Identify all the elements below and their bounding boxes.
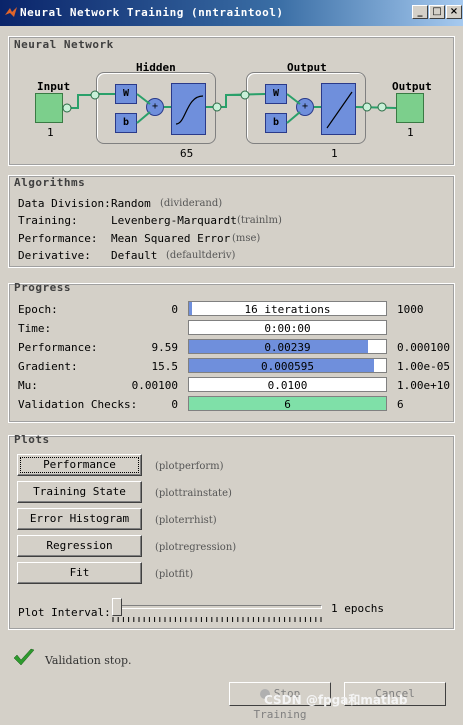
progress-label: Performance: (18, 341, 98, 354)
algo-value-derivative: Default (111, 249, 158, 262)
progress-start-value: 9.59 (151, 341, 179, 354)
plot-training-state-hint: (plottrainstate) (155, 488, 232, 499)
plot-fit-hint: (plotfit) (155, 569, 194, 580)
algo-label-performance: Performance: (18, 232, 98, 245)
progress-current-value: 16 iterations (244, 303, 331, 316)
progress-bar: 6 (188, 396, 387, 411)
progress-bar: 0.00239 (188, 339, 387, 354)
progress-bar: 16 iterations (188, 301, 387, 316)
network-diagram: Input 1 Hidden W b + 65 Output W b + 1 O… (0, 0, 463, 170)
plot-error-histogram-hint: (ploterrhist) (155, 515, 217, 526)
slider-thumb[interactable] (112, 598, 122, 616)
progress-end-value: 1.00e-05 (397, 360, 450, 373)
plot-training-state-button[interactable]: Training State (17, 481, 142, 503)
slider-ticks (112, 617, 322, 622)
progress-bar: 0.000595 (188, 358, 387, 373)
algo-hint-data-division: (dividerand) (160, 198, 223, 209)
progress-bar: 0:00:00 (188, 320, 387, 335)
algo-value-performance: Mean Squared Error (111, 232, 231, 245)
algo-label-data-division: Data Division: (18, 197, 111, 210)
algo-hint-training: (trainlm) (237, 215, 282, 226)
progress-label: Gradient: (18, 360, 78, 373)
plot-performance-button[interactable]: Performance (17, 454, 142, 476)
plot-error-histogram-button[interactable]: Error Histogram (17, 508, 142, 530)
progress-current-value: 0.0100 (267, 379, 308, 392)
status-message: Validation stop. (45, 654, 132, 667)
algo-value-data-division: Random (111, 197, 151, 210)
plot-interval-value: 1 epochs (331, 602, 384, 615)
plot-fit-button[interactable]: Fit (17, 562, 142, 584)
plot-performance-hint: (plotperform) (155, 461, 224, 472)
network-connections (62, 90, 397, 124)
progress-current-value: 0.000595 (261, 360, 314, 373)
progress-current-value: 0:00:00 (264, 322, 311, 335)
progress-start-value: 15.5 (151, 360, 179, 373)
algo-value-training: Levenberg-Marquardt (111, 214, 237, 227)
progress-section-label: Progress (14, 281, 71, 294)
checkmark-icon (13, 648, 35, 666)
slider-track (112, 605, 322, 609)
algorithms-section-label: Algorithms (14, 176, 86, 189)
progress-end-value: 1.00e+10 (397, 379, 450, 392)
algo-label-training: Training: (18, 214, 78, 227)
progress-bar: 0.0100 (188, 377, 387, 392)
plot-interval-slider[interactable] (112, 596, 322, 626)
plot-regression-button[interactable]: Regression (17, 535, 142, 557)
plot-regression-hint: (plotregression) (155, 542, 237, 553)
algo-label-derivative: Derivative: (18, 249, 91, 262)
progress-label: Epoch: (18, 303, 58, 316)
progress-end-value: 1000 (397, 303, 424, 316)
progress-start-value: 0.00100 (131, 379, 178, 392)
progress-start-value: 0 (171, 398, 178, 411)
progress-start-value: 0 (171, 303, 178, 316)
progress-label: Time: (18, 322, 52, 335)
progress-end-value: 0.000100 (397, 341, 450, 354)
progress-label: Mu: (18, 379, 38, 392)
progress-current-value: 0.00239 (264, 341, 311, 354)
algo-hint-performance: (mse) (232, 233, 261, 244)
algo-hint-derivative: (defaultderiv) (166, 250, 236, 261)
progress-current-value: 6 (284, 398, 291, 411)
progress-end-value: 6 (397, 398, 404, 411)
csdn-watermark: CSDN @fpga和matlab (264, 693, 408, 707)
plots-section-label: Plots (14, 433, 50, 446)
plot-interval-label: Plot Interval: (18, 606, 111, 619)
